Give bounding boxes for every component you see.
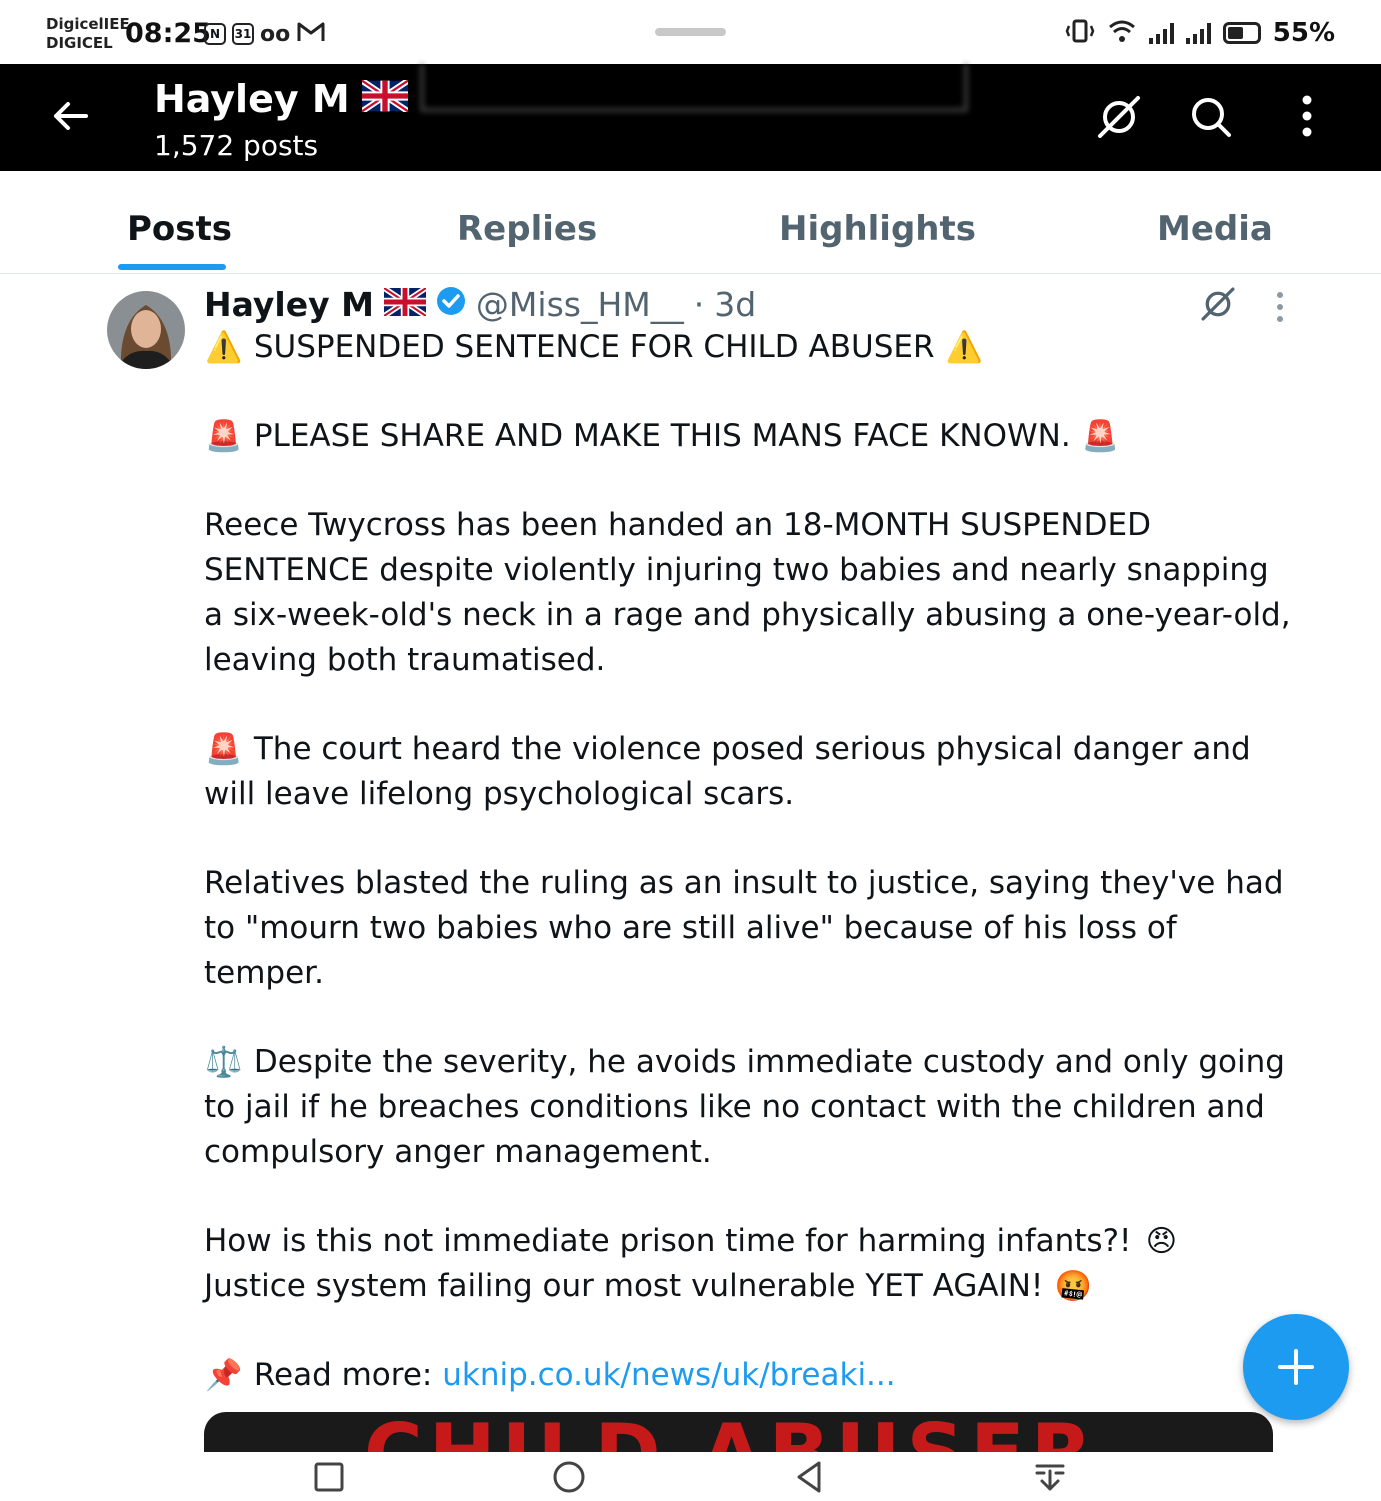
read-more-label: Read more: bbox=[253, 1357, 433, 1393]
post-paragraph-2: 🚨 PLEASE SHARE AND MAKE THIS MANS FACE K… bbox=[204, 414, 1294, 459]
siren-emoji-icon: 🚨 bbox=[1081, 419, 1120, 454]
battery-fill bbox=[1227, 27, 1243, 39]
pushpin-emoji-icon: 📌 bbox=[205, 1358, 243, 1393]
post-time[interactable]: 3d bbox=[714, 285, 756, 324]
card-title: CHILD ABUSER bbox=[364, 1414, 1098, 1453]
siren-emoji-icon: 🚨 bbox=[205, 419, 243, 454]
post-text-line: How is this not immediate prison time fo… bbox=[204, 1223, 1132, 1259]
post-count: 1,572 posts bbox=[154, 129, 319, 162]
status-bar: DigicelIEE DIGICEL 08:25 N 31 ᴏᴏ 55% bbox=[0, 0, 1381, 64]
post-author[interactable]: Hayley M bbox=[204, 285, 374, 324]
post-paragraph-3: Reece Twycross has been handed an 18-MON… bbox=[204, 507, 1291, 678]
search-icon[interactable] bbox=[1188, 94, 1234, 140]
warning-emoji-icon: ⚠️ bbox=[945, 330, 984, 365]
post-text-line: The court heard the violence posed serio… bbox=[204, 731, 1251, 812]
cursing-face-emoji-icon: 🤬 bbox=[1054, 1269, 1092, 1304]
back-triangle-icon[interactable] bbox=[789, 1457, 829, 1497]
compose-button[interactable] bbox=[1243, 1314, 1349, 1420]
wifi-icon bbox=[1107, 18, 1137, 48]
nfc-icon: N bbox=[204, 23, 226, 45]
siren-emoji-icon: 🚨 bbox=[205, 732, 243, 767]
back-arrow-icon[interactable] bbox=[48, 94, 92, 138]
link-preview-card[interactable]: CHILD ABUSER bbox=[204, 1412, 1273, 1452]
plus-icon bbox=[1278, 1349, 1314, 1385]
post-paragraph-7: How is this not immediate prison time fo… bbox=[204, 1219, 1294, 1309]
drag-handle[interactable] bbox=[655, 28, 726, 36]
system-status-icons: 55% bbox=[1065, 18, 1335, 48]
battery-percent: 55% bbox=[1272, 18, 1335, 48]
post-paragraph-4: 🚨 The court heard the violence posed ser… bbox=[204, 727, 1294, 817]
profile-name: Hayley M bbox=[154, 77, 350, 121]
grok-icon[interactable] bbox=[1096, 94, 1142, 140]
gmail-icon bbox=[296, 20, 326, 48]
tab-posts[interactable]: Posts bbox=[127, 209, 232, 249]
angry-face-emoji-icon: 😠 bbox=[1145, 1224, 1177, 1259]
post-text-line: Justice system failing our most vulnerab… bbox=[204, 1268, 1044, 1304]
post-paragraph-read-more: 📌 Read more: uknip.co.uk/news/uk/breaki.… bbox=[204, 1353, 1294, 1398]
home-circle-icon[interactable] bbox=[549, 1457, 589, 1497]
battery-icon bbox=[1222, 22, 1261, 44]
post-paragraph-5: Relatives blasted the ruling as an insul… bbox=[204, 865, 1284, 991]
post-text-line: Despite the severity, he avoids immediat… bbox=[204, 1044, 1285, 1170]
post-text-line: SUSPENDED SENTENCE FOR CHILD ABUSER bbox=[253, 329, 935, 365]
post-text: ⚠️ SUSPENDED SENTENCE FOR CHILD ABUSER ⚠… bbox=[204, 325, 1294, 1442]
post-more-icon[interactable] bbox=[1270, 290, 1290, 324]
avatar[interactable] bbox=[107, 291, 185, 369]
clock: 08:25 bbox=[125, 18, 211, 49]
calendar-icon: 31 bbox=[232, 23, 254, 45]
post-text-line: PLEASE SHARE AND MAKE THIS MANS FACE KNO… bbox=[253, 418, 1071, 454]
vibrate-icon bbox=[1065, 18, 1095, 48]
profile-tabs: Posts Replies Highlights Media bbox=[0, 171, 1381, 274]
tab-media[interactable]: Media bbox=[1157, 209, 1273, 249]
carrier-line-1: DigicelIEE bbox=[46, 15, 130, 33]
signal-icon-2 bbox=[1185, 22, 1211, 44]
notification-icons: N 31 ᴏᴏ bbox=[204, 20, 326, 48]
verified-badge-icon bbox=[436, 285, 466, 324]
post-paragraph-6: ⚖️ Despite the severity, he avoids immed… bbox=[204, 1040, 1294, 1175]
profile-title: Hayley M bbox=[154, 77, 410, 121]
carrier-label: DigicelIEE DIGICEL bbox=[46, 15, 130, 53]
scales-emoji-icon: ⚖️ bbox=[205, 1045, 243, 1080]
article-link[interactable]: uknip.co.uk/news/uk/breaki... bbox=[442, 1357, 895, 1393]
notification-pull-icon[interactable] bbox=[1030, 1457, 1070, 1497]
post-paragraph-1: ⚠️ SUSPENDED SENTENCE FOR CHILD ABUSER ⚠… bbox=[204, 325, 1294, 370]
tab-replies[interactable]: Replies bbox=[457, 209, 597, 249]
grok-icon[interactable] bbox=[1199, 285, 1237, 323]
warning-emoji-icon: ⚠️ bbox=[205, 330, 243, 365]
uk-flag-icon bbox=[359, 77, 410, 121]
post-header: Hayley M @Miss_HM__ · 3d bbox=[204, 285, 756, 324]
system-nav-bar bbox=[0, 1452, 1381, 1501]
separator-dot: · bbox=[693, 285, 705, 324]
voicemail-icon: ᴏᴏ bbox=[260, 21, 291, 47]
tab-highlights[interactable]: Highlights bbox=[779, 209, 976, 249]
active-tab-indicator bbox=[118, 264, 226, 270]
more-vertical-icon[interactable] bbox=[1284, 94, 1330, 140]
post-handle[interactable]: @Miss_HM__ bbox=[476, 285, 684, 324]
recents-square-icon[interactable] bbox=[309, 1457, 349, 1497]
signal-icon-1 bbox=[1148, 22, 1174, 44]
carrier-line-2: DIGICEL bbox=[46, 34, 113, 52]
banner-image bbox=[420, 64, 968, 112]
profile-header: Hayley M 1,572 posts bbox=[0, 64, 1381, 171]
uk-flag-icon bbox=[382, 285, 428, 324]
